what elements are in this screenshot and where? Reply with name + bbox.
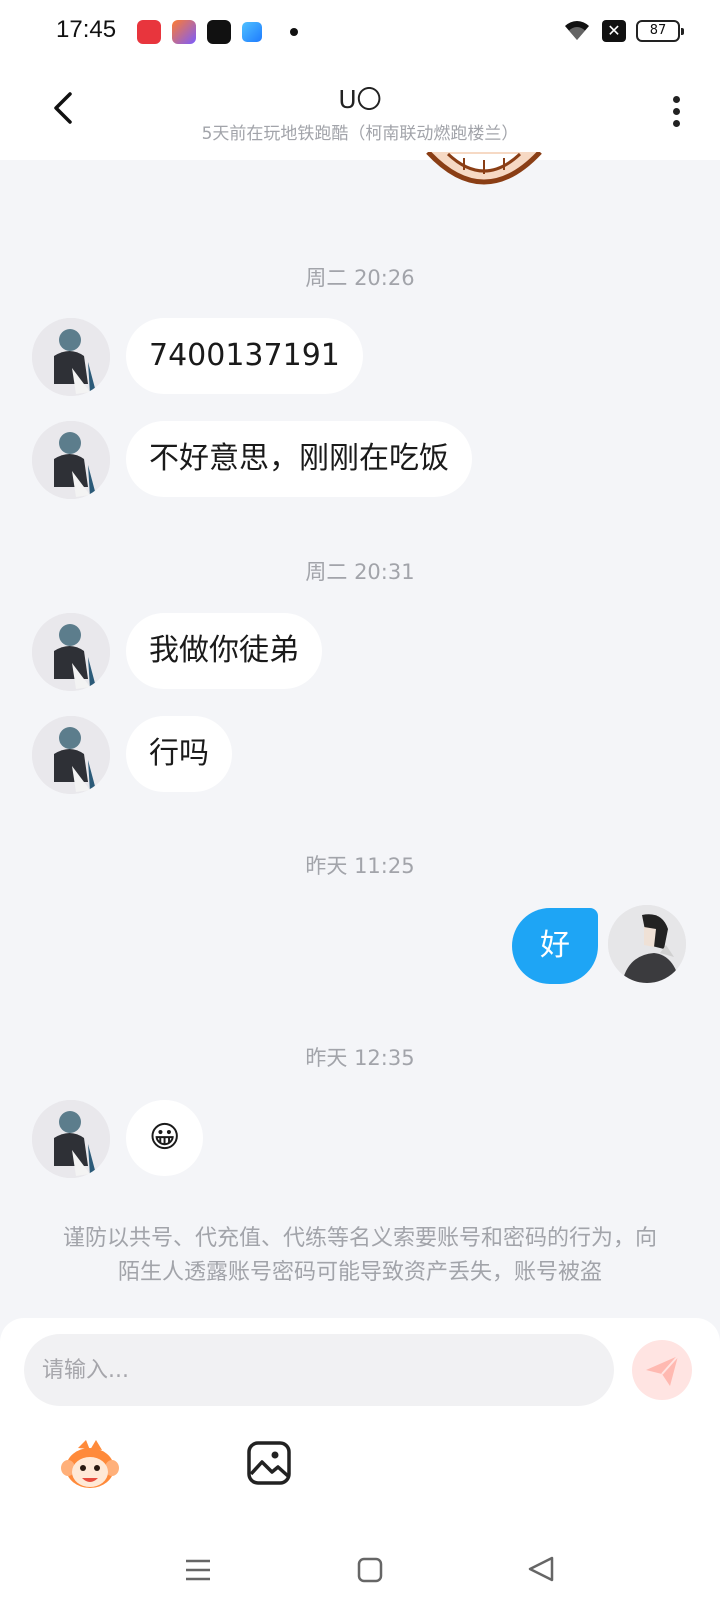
image-icon[interactable] bbox=[246, 1440, 292, 1486]
more-vertical-icon[interactable] bbox=[658, 92, 694, 132]
status-time: 17:45 bbox=[56, 16, 117, 43]
contact-avatar[interactable] bbox=[32, 421, 110, 499]
app-notification-icon bbox=[242, 22, 262, 42]
my-avatar[interactable] bbox=[608, 905, 686, 983]
back-triangle-icon[interactable] bbox=[526, 1554, 556, 1584]
contact-avatar[interactable] bbox=[32, 1100, 110, 1178]
message-bubble-incoming[interactable]: 7400137191 bbox=[126, 318, 363, 394]
message-timestamp: 昨天 12:35 bbox=[305, 1046, 415, 1070]
menu-icon[interactable] bbox=[184, 1556, 212, 1584]
message-bubble-incoming[interactable]: 😀 bbox=[126, 1100, 204, 1176]
message-input[interactable] bbox=[24, 1334, 614, 1406]
home-square-icon[interactable] bbox=[356, 1556, 384, 1584]
battery-indicator: 87 bbox=[636, 20, 684, 42]
wifi-icon bbox=[565, 21, 589, 40]
more-notifications-dot bbox=[290, 28, 298, 36]
contact-name: U〇 bbox=[338, 85, 382, 114]
security-notice: 谨防以共号、代充值、代练等名义索要账号和密码的行为，向陌生人透露账号密码可能导致… bbox=[62, 1226, 657, 1285]
contact-avatar[interactable] bbox=[32, 716, 110, 794]
monkey-sticker-icon[interactable] bbox=[60, 1438, 120, 1494]
message-bubble-incoming[interactable]: 不好意思，刚刚在吃饭 bbox=[126, 421, 472, 497]
contact-status: 5天前在玩地铁跑酷（柯南联动燃跑楼兰） bbox=[201, 124, 519, 144]
no-signal-icon: ✕ bbox=[602, 20, 626, 42]
message-timestamp: 昨天 11:25 bbox=[305, 854, 415, 878]
message-bubble-incoming[interactable]: 行吗 bbox=[126, 716, 232, 792]
send-button[interactable] bbox=[632, 1340, 692, 1400]
message-bubble-incoming[interactable]: 我做你徒弟 bbox=[126, 613, 322, 689]
message-timestamp: 周二 20:26 bbox=[305, 266, 415, 290]
status-bar: 17:45 ✕ 87 bbox=[0, 0, 720, 64]
contact-avatar[interactable] bbox=[32, 613, 110, 691]
app-notification-icon bbox=[172, 20, 196, 44]
sticker-image bbox=[426, 152, 542, 185]
send-icon bbox=[646, 1355, 679, 1386]
contact-avatar[interactable] bbox=[32, 318, 110, 396]
tiktok-notification-icon bbox=[207, 20, 231, 44]
message-timestamp: 周二 20:31 bbox=[305, 560, 415, 584]
message-bubble-outgoing[interactable]: 好 bbox=[512, 908, 598, 984]
chat-header: U〇 5天前在玩地铁跑酷（柯南联动燃跑楼兰） bbox=[0, 64, 720, 160]
app-notification-icon bbox=[137, 20, 161, 44]
